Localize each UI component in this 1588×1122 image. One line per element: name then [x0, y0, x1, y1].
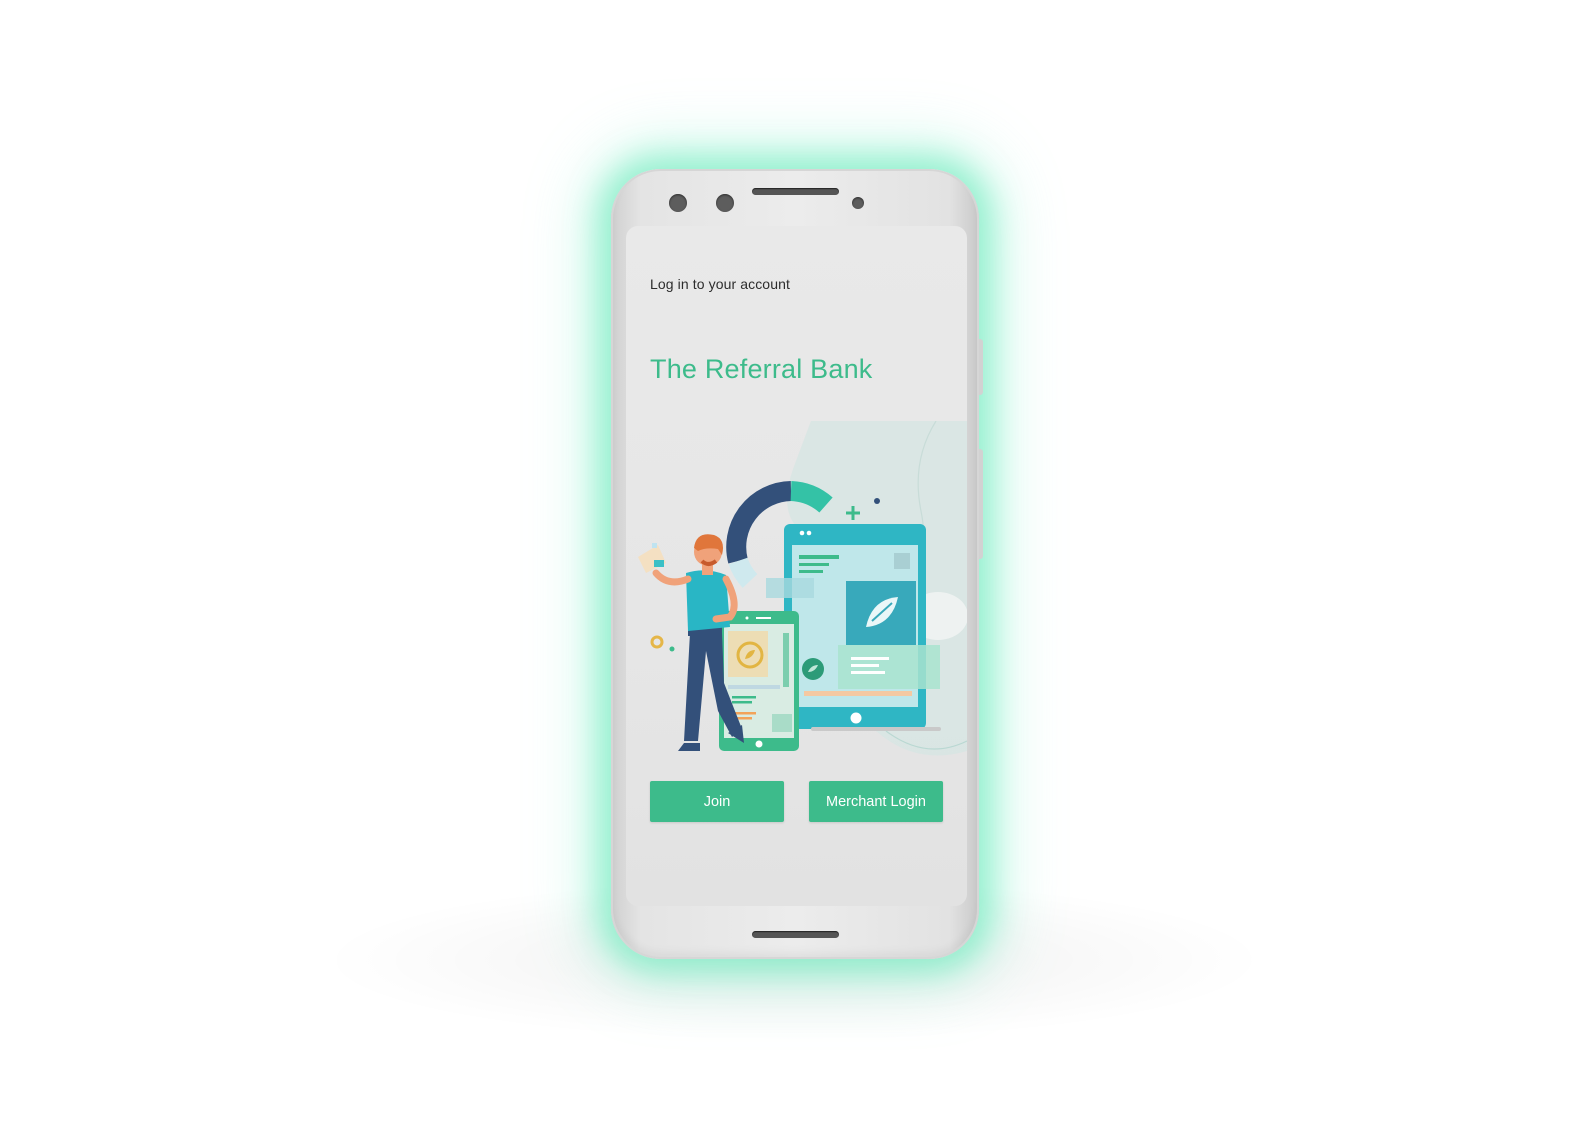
hero-illustration [638, 421, 967, 756]
phone-frame: Log in to your account The Referral Bank [611, 169, 983, 959]
login-subtitle: Log in to your account [650, 276, 790, 292]
bottom-speaker-grille [752, 931, 839, 938]
top-speaker-grille [752, 188, 839, 195]
front-camera-icon [669, 194, 687, 212]
app-screen: Log in to your account The Referral Bank [626, 226, 967, 906]
join-button[interactable]: Join [650, 781, 784, 822]
volume-button [979, 449, 983, 559]
power-button [979, 339, 983, 395]
front-camera-secondary-icon [716, 194, 734, 212]
proximity-sensor-icon [852, 197, 864, 209]
app-title: The Referral Bank [650, 354, 873, 384]
mockup-stage: Log in to your account The Referral Bank [0, 0, 1588, 1122]
merchant-login-button[interactable]: Merchant Login [809, 781, 943, 822]
